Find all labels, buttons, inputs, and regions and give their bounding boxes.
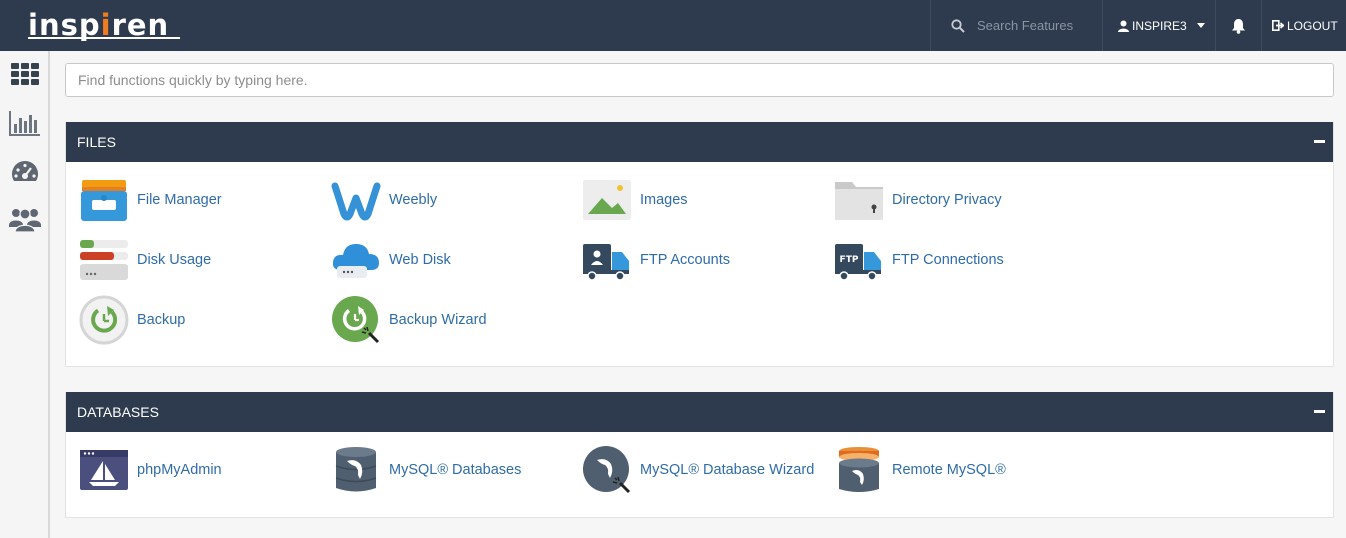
- sidebar-item-users[interactable]: [9, 204, 41, 234]
- images-icon: [582, 175, 632, 225]
- dashboard-gauge-icon: [11, 160, 39, 181]
- username-label: INSPIRE3: [1132, 18, 1187, 33]
- remote-mysql-link[interactable]: Remote MySQL®: [834, 444, 1006, 496]
- mysql-database-wizard-label: MySQL® Database Wizard: [640, 462, 815, 478]
- grid-icon: [11, 63, 39, 85]
- remote-mysql-label: Remote MySQL®: [892, 462, 1006, 478]
- sidebar-item-tools[interactable]: [9, 59, 41, 89]
- phpmyadmin-link[interactable]: phpMyAdmin: [79, 444, 222, 496]
- images-link[interactable]: Images: [582, 174, 688, 226]
- bell-icon: [1232, 18, 1245, 34]
- logout-button[interactable]: LOGOUT: [1261, 0, 1346, 51]
- inspiren-logo[interactable]: inspiren: [28, 8, 169, 42]
- mysql-wizard-icon: [582, 445, 632, 495]
- ftp-connections-icon: FTP: [834, 235, 884, 285]
- file-manager-link[interactable]: File Manager: [79, 174, 222, 226]
- file-manager-label: File Manager: [137, 192, 222, 208]
- directory-privacy-icon: [834, 175, 884, 225]
- quick-find-input[interactable]: [65, 63, 1334, 97]
- weebly-link[interactable]: Weebly: [331, 174, 437, 226]
- mysql-databases-label: MySQL® Databases: [389, 462, 522, 478]
- weebly-label: Weebly: [389, 192, 438, 208]
- ftp-connections-label: FTP Connections: [892, 252, 1004, 268]
- collapse-icon[interactable]: [1314, 410, 1325, 413]
- users-icon: [9, 208, 41, 233]
- backup-wizard-link[interactable]: Backup Wizard: [331, 294, 487, 346]
- disk-usage-link[interactable]: Disk Usage: [79, 234, 211, 286]
- remote-mysql-icon: [834, 445, 884, 495]
- logo-underline: [28, 37, 180, 39]
- backup-wizard-icon: [331, 295, 381, 345]
- web-disk-icon: [331, 235, 381, 285]
- sidebar-item-dashboard[interactable]: [9, 157, 41, 187]
- logout-icon: [1272, 20, 1284, 31]
- backup-label: Backup: [137, 312, 186, 328]
- web-disk-link[interactable]: Web Disk: [331, 234, 451, 286]
- notifications-button[interactable]: [1215, 0, 1261, 51]
- file-manager-icon: [79, 175, 129, 225]
- web-disk-label: Web Disk: [389, 252, 451, 268]
- databases-panel-header[interactable]: DATABASES: [66, 392, 1333, 432]
- images-label: Images: [640, 192, 688, 208]
- mysql-databases-icon: [331, 445, 381, 495]
- user-icon: [1118, 20, 1129, 32]
- disk-usage-icon: [79, 235, 129, 285]
- sidebar-item-statistics[interactable]: [9, 108, 41, 138]
- svg-text:FTP: FTP: [840, 255, 859, 265]
- databases-panel-title: DATABASES: [77, 404, 159, 420]
- logout-label: LOGOUT: [1287, 18, 1338, 33]
- search-icon: [951, 18, 965, 33]
- ftp-accounts-icon: [582, 235, 632, 285]
- files-panel: FILES File Manager Weebly Images Directo…: [65, 122, 1334, 367]
- files-panel-header[interactable]: FILES: [66, 122, 1333, 162]
- user-menu[interactable]: INSPIRE3: [1102, 0, 1215, 51]
- directory-privacy-label: Directory Privacy: [892, 192, 1002, 208]
- disk-usage-label: Disk Usage: [137, 252, 212, 268]
- collapse-icon[interactable]: [1314, 140, 1325, 143]
- mysql-databases-link[interactable]: MySQL® Databases: [331, 444, 521, 496]
- mysql-database-wizard-link[interactable]: MySQL® Database Wizard: [582, 444, 814, 496]
- databases-panel: DATABASES phpMyAdmin MySQL® Databases My…: [65, 392, 1334, 518]
- backup-link[interactable]: Backup: [79, 294, 185, 346]
- directory-privacy-link[interactable]: Directory Privacy: [834, 174, 1002, 226]
- ftp-accounts-link[interactable]: FTP Accounts: [582, 234, 730, 286]
- chevron-down-icon: [1196, 23, 1205, 28]
- backup-icon: [79, 295, 129, 345]
- sidebar: [0, 51, 50, 538]
- weebly-icon: [331, 175, 381, 225]
- ftp-accounts-label: FTP Accounts: [640, 252, 730, 268]
- search-features[interactable]: Search Features: [930, 0, 1102, 51]
- stats-chart-icon: [9, 111, 40, 136]
- backup-wizard-label: Backup Wizard: [389, 312, 487, 328]
- search-features-placeholder: Search Features: [977, 18, 1074, 33]
- files-panel-title: FILES: [77, 134, 116, 150]
- phpmyadmin-label: phpMyAdmin: [137, 462, 222, 478]
- phpmyadmin-icon: [79, 445, 129, 495]
- ftp-connections-link[interactable]: FTP FTP Connections: [834, 234, 1004, 286]
- top-navbar: inspiren Search Features INSPIRE3 LOGOUT: [0, 0, 1346, 51]
